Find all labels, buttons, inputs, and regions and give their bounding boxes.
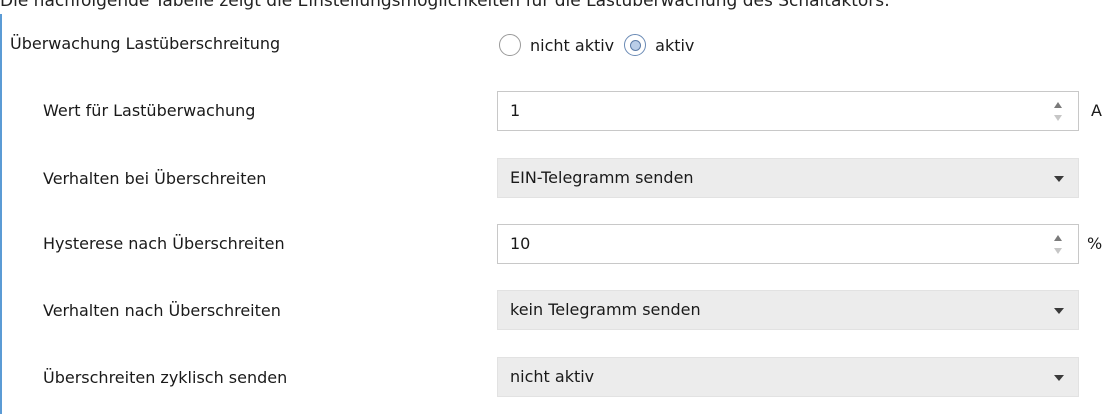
hysteresis-value: 10	[510, 234, 531, 253]
behavior-after-exceed-dropdown[interactable]: kein Telegramm senden	[497, 290, 1079, 330]
load-value-label: Wert für Lastüberwachung	[43, 101, 256, 120]
hysteresis-unit: %	[1087, 234, 1102, 253]
spin-arrows-icon[interactable]	[1054, 232, 1064, 258]
monitoring-radio-group: nicht aktiv aktiv	[499, 30, 704, 60]
radio-nicht-aktiv-label[interactable]: nicht aktiv	[530, 36, 614, 55]
behavior-after-exceed-value: kein Telegramm senden	[510, 300, 701, 319]
load-value-spinbox[interactable]: 1	[497, 91, 1079, 131]
hysteresis-spinbox[interactable]: 10	[497, 224, 1079, 264]
chevron-down-icon	[1054, 375, 1064, 381]
behavior-after-exceed-label: Verhalten nach Überschreiten	[43, 301, 281, 320]
chevron-down-icon	[1054, 308, 1064, 314]
header-text-strip: Die nachfolgende Tabelle zeigt die Einst…	[0, 0, 890, 11]
hysteresis-label: Hysterese nach Überschreiten	[43, 234, 285, 253]
spin-arrows-icon[interactable]	[1054, 99, 1064, 125]
behavior-on-exceed-value: EIN-Telegramm senden	[510, 168, 694, 187]
radio-selected-dot	[629, 39, 641, 51]
behavior-on-exceed-dropdown[interactable]: EIN-Telegramm senden	[497, 158, 1079, 198]
radio-nicht-aktiv[interactable]	[499, 34, 521, 56]
load-value-unit: A	[1091, 101, 1102, 120]
radio-aktiv[interactable]	[624, 34, 647, 56]
monitoring-label: Überwachung Lastüberschreitung	[10, 34, 281, 53]
radio-aktiv-label[interactable]: aktiv	[655, 36, 694, 55]
cyclic-send-label: Überschreiten zyklisch senden	[43, 368, 288, 387]
chevron-down-icon	[1054, 176, 1064, 182]
cyclic-send-value: nicht aktiv	[510, 367, 595, 386]
load-monitoring-panel: Überwachung Lastüberschreitung nicht akt…	[0, 14, 1102, 414]
load-value-value: 1	[510, 101, 521, 120]
behavior-on-exceed-label: Verhalten bei Überschreiten	[43, 169, 267, 188]
cyclic-send-dropdown[interactable]: nicht aktiv	[497, 357, 1079, 397]
